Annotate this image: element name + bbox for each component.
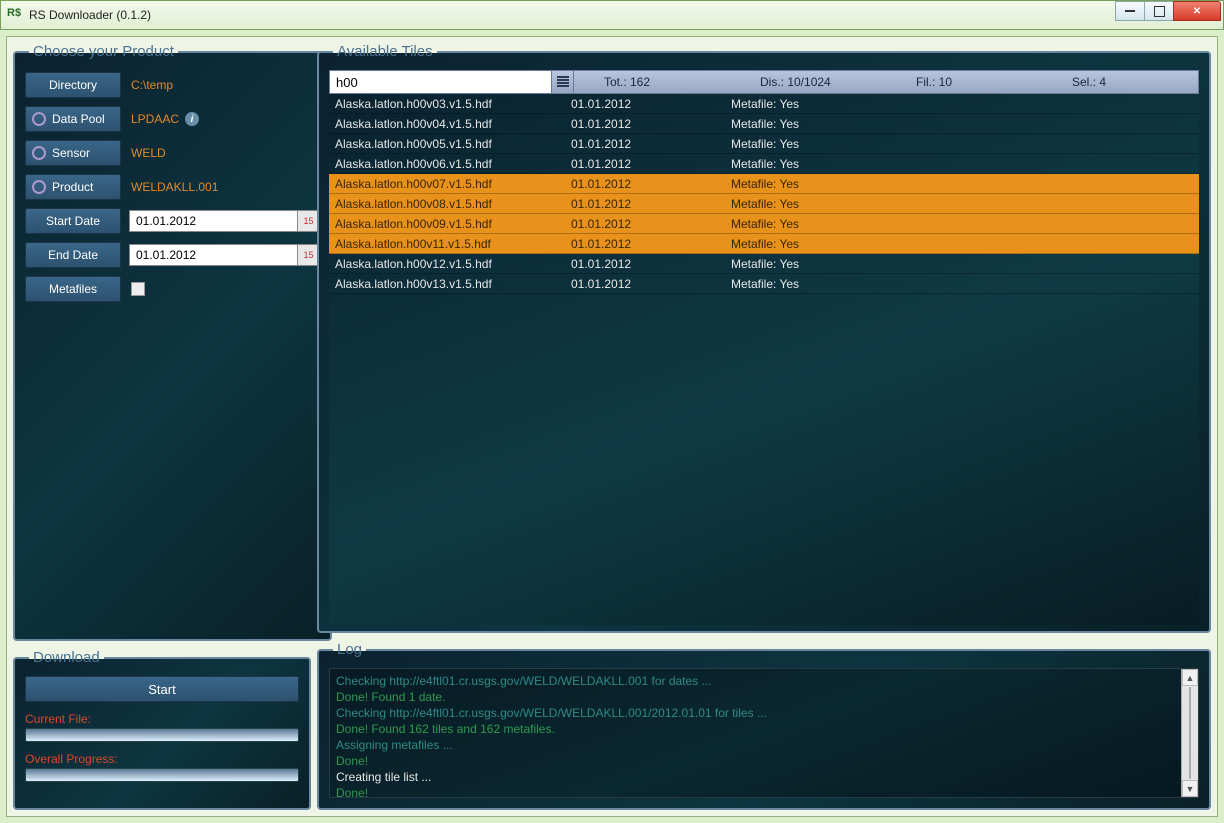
enddate-input[interactable] <box>129 244 298 266</box>
tile-row[interactable]: Alaska.latlon.h00v03.v1.5.hdf01.01.2012M… <box>329 94 1199 114</box>
tiles-filter-input[interactable] <box>332 73 549 91</box>
tiles-panel: Available Tiles Tot.: 162 Dis.: 10/1024 … <box>317 43 1211 633</box>
directory-button[interactable]: Directory <box>25 72 121 98</box>
tiles-list[interactable]: Alaska.latlon.h00v03.v1.5.hdf01.01.2012M… <box>329 94 1199 625</box>
close-button[interactable] <box>1173 1 1221 21</box>
tile-date: 01.01.2012 <box>571 97 731 111</box>
tile-row[interactable]: Alaska.latlon.h00v05.v1.5.hdf01.01.2012M… <box>329 134 1199 154</box>
current-file-progress <box>25 728 299 742</box>
log-line: Creating tile list ... <box>336 769 1192 785</box>
tile-date: 01.01.2012 <box>571 217 731 231</box>
log-scrollbar[interactable]: ▲ ▼ <box>1181 669 1198 797</box>
radio-icon <box>32 112 46 126</box>
tile-date: 01.01.2012 <box>571 177 731 191</box>
log-line: Checking http://e4ftl01.cr.usgs.gov/WELD… <box>336 705 1192 721</box>
stat-filtered: Fil.: 10 <box>886 71 1042 93</box>
log-line: Done! Found 1 date. <box>336 689 1192 705</box>
tile-row[interactable]: Alaska.latlon.h00v12.v1.5.hdf01.01.2012M… <box>329 254 1199 274</box>
scroll-thumb[interactable] <box>1189 687 1191 779</box>
product-button[interactable]: Product <box>25 174 121 200</box>
tile-date: 01.01.2012 <box>571 197 731 211</box>
scroll-down-icon[interactable]: ▼ <box>1182 780 1198 797</box>
tile-row[interactable]: Alaska.latlon.h00v04.v1.5.hdf01.01.2012M… <box>329 114 1199 134</box>
tiles-header: Tot.: 162 Dis.: 10/1024 Fil.: 10 Sel.: 4 <box>329 70 1199 94</box>
sensor-value: WELD <box>131 146 166 160</box>
tile-row[interactable]: Alaska.latlon.h00v09.v1.5.hdf01.01.2012M… <box>329 214 1199 234</box>
metafiles-button[interactable]: Metafiles <box>25 276 121 302</box>
info-icon[interactable]: i <box>185 112 199 126</box>
startdate-input[interactable] <box>129 210 298 232</box>
tile-meta: Metafile: Yes <box>731 217 1199 231</box>
tile-date: 01.01.2012 <box>571 137 731 151</box>
tile-date: 01.01.2012 <box>571 237 731 251</box>
tile-name: Alaska.latlon.h00v08.v1.5.hdf <box>329 197 571 211</box>
tiles-legend: Available Tiles <box>333 43 437 60</box>
log-line: Done! <box>336 753 1192 769</box>
tile-date: 01.01.2012 <box>571 277 731 291</box>
radio-icon <box>32 180 46 194</box>
tile-date: 01.01.2012 <box>571 117 731 131</box>
window-title: RS Downloader (0.1.2) <box>29 8 151 22</box>
scroll-up-icon[interactable]: ▲ <box>1182 669 1198 686</box>
tile-name: Alaska.latlon.h00v13.v1.5.hdf <box>329 277 571 291</box>
tile-name: Alaska.latlon.h00v11.v1.5.hdf <box>329 237 571 251</box>
tile-name: Alaska.latlon.h00v06.v1.5.hdf <box>329 157 571 171</box>
log-line: Assigning metafiles ... <box>336 737 1192 753</box>
tile-name: Alaska.latlon.h00v05.v1.5.hdf <box>329 137 571 151</box>
tile-meta: Metafile: Yes <box>731 157 1199 171</box>
tile-row[interactable]: Alaska.latlon.h00v13.v1.5.hdf01.01.2012M… <box>329 274 1199 294</box>
start-button[interactable]: Start <box>25 676 299 702</box>
metafiles-checkbox[interactable] <box>131 282 145 296</box>
tile-date: 01.01.2012 <box>571 257 731 271</box>
datapool-button[interactable]: Data Pool <box>25 106 121 132</box>
download-legend: Download <box>29 649 104 666</box>
tile-row[interactable]: Alaska.latlon.h00v07.v1.5.hdf01.01.2012M… <box>329 174 1199 194</box>
log-line: Checking http://e4ftl01.cr.usgs.gov/WELD… <box>336 673 1192 689</box>
app-icon: R$ <box>7 7 23 23</box>
log-line: Done! <box>336 785 1192 798</box>
minimize-button[interactable] <box>1115 1 1145 21</box>
tile-meta: Metafile: Yes <box>731 177 1199 191</box>
enddate-button[interactable]: End Date <box>25 242 121 268</box>
radio-icon <box>32 146 46 160</box>
product-value: WELDAKLL.001 <box>131 180 218 194</box>
tile-name: Alaska.latlon.h00v04.v1.5.hdf <box>329 117 571 131</box>
tile-meta: Metafile: Yes <box>731 137 1199 151</box>
overall-progress-label: Overall Progress: <box>25 752 299 766</box>
stat-total: Tot.: 162 <box>574 71 730 93</box>
tile-name: Alaska.latlon.h00v07.v1.5.hdf <box>329 177 571 191</box>
tile-meta: Metafile: Yes <box>731 237 1199 251</box>
current-file-label: Current File: <box>25 712 299 726</box>
tile-row[interactable]: Alaska.latlon.h00v06.v1.5.hdf01.01.2012M… <box>329 154 1199 174</box>
overall-progress <box>25 768 299 782</box>
product-panel: Choose your Product Directory C:\temp Da… <box>13 43 332 641</box>
log-line: Done! Found 162 tiles and 162 metafiles. <box>336 721 1192 737</box>
tile-meta: Metafile: Yes <box>731 117 1199 131</box>
tile-meta: Metafile: Yes <box>731 277 1199 291</box>
stat-selected: Sel.: 4 <box>1042 71 1198 93</box>
startdate-button[interactable]: Start Date <box>25 208 121 234</box>
maximize-button[interactable] <box>1144 1 1174 21</box>
product-legend: Choose your Product <box>29 43 178 60</box>
log-body: Checking http://e4ftl01.cr.usgs.gov/WELD… <box>329 668 1199 798</box>
tile-meta: Metafile: Yes <box>731 257 1199 271</box>
tile-name: Alaska.latlon.h00v12.v1.5.hdf <box>329 257 571 271</box>
directory-value: C:\temp <box>131 78 173 92</box>
log-legend: Log <box>333 641 366 658</box>
datapool-value: LPDAACi <box>131 112 199 126</box>
tile-row[interactable]: Alaska.latlon.h00v08.v1.5.hdf01.01.2012M… <box>329 194 1199 214</box>
sensor-button[interactable]: Sensor <box>25 140 121 166</box>
stat-displayed: Dis.: 10/1024 <box>730 71 886 93</box>
tiles-menu-icon[interactable] <box>552 71 574 93</box>
tile-name: Alaska.latlon.h00v03.v1.5.hdf <box>329 97 571 111</box>
tile-meta: Metafile: Yes <box>731 197 1199 211</box>
tile-name: Alaska.latlon.h00v09.v1.5.hdf <box>329 217 571 231</box>
download-panel: Download Start Current File: Overall Pro… <box>13 649 311 810</box>
tile-row[interactable]: Alaska.latlon.h00v11.v1.5.hdf01.01.2012M… <box>329 234 1199 254</box>
log-panel: Log Checking http://e4ftl01.cr.usgs.gov/… <box>317 641 1211 810</box>
titlebar[interactable]: R$ RS Downloader (0.1.2) <box>0 0 1224 30</box>
tile-meta: Metafile: Yes <box>731 97 1199 111</box>
tile-date: 01.01.2012 <box>571 157 731 171</box>
